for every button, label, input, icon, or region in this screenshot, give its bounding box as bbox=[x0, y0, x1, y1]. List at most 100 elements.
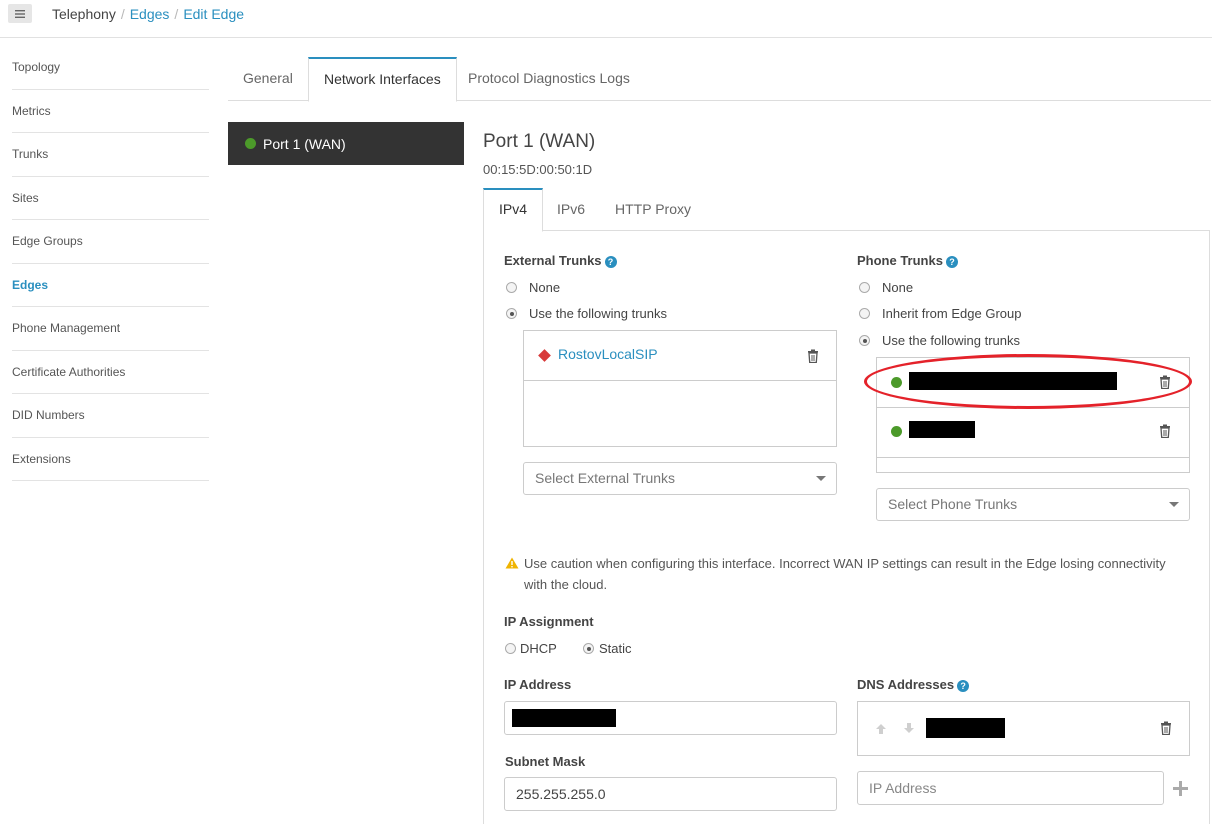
arrow-down-icon[interactable] bbox=[903, 722, 915, 734]
trunk-diamond-icon bbox=[538, 349, 551, 362]
phone-trunks-use-radio[interactable]: Use the following trunks bbox=[859, 333, 1020, 348]
trash-icon[interactable] bbox=[1159, 375, 1171, 389]
dns-addresses-label: DNS Addresses bbox=[857, 677, 955, 692]
sidebar-nav: Topology Metrics Trunks Sites Edge Group… bbox=[12, 46, 209, 481]
breadcrumb: Telephony / Edges / Edit Edge bbox=[52, 6, 244, 22]
trash-icon[interactable] bbox=[807, 349, 819, 363]
port-title: Port 1 (WAN) bbox=[483, 131, 596, 152]
select-phone-trunks[interactable]: Select Phone Trunks bbox=[876, 488, 1190, 521]
radio-label: DHCP bbox=[520, 641, 557, 656]
breadcrumb-edit-edge[interactable]: Edit Edge bbox=[183, 6, 244, 22]
ip-assignment-dhcp-radio[interactable]: DHCP bbox=[505, 641, 557, 656]
dns-addresses-heading: DNS Addresses? bbox=[857, 677, 970, 692]
radio-checked-icon bbox=[583, 643, 594, 654]
tab-protocol-diagnostics-logs[interactable]: Protocol Diagnostics Logs bbox=[453, 57, 645, 101]
radio-icon bbox=[505, 643, 516, 654]
help-icon[interactable]: ? bbox=[957, 680, 970, 692]
radio-label: None bbox=[529, 280, 561, 295]
sidebar-item-edges[interactable]: Edges bbox=[12, 264, 209, 307]
dns-ip-address-placeholder: IP Address bbox=[869, 780, 937, 796]
ip-address-input[interactable] bbox=[504, 701, 837, 735]
ip-address-label: IP Address bbox=[504, 677, 572, 692]
redacted-trunk-name bbox=[909, 421, 975, 438]
select-phone-trunks-placeholder: Select Phone Trunks bbox=[888, 496, 1018, 512]
tab-http-proxy[interactable]: HTTP Proxy bbox=[600, 188, 706, 231]
sidebar-item-sites[interactable]: Sites bbox=[12, 177, 209, 220]
breadcrumb-edges-link[interactable]: Edges bbox=[130, 6, 170, 22]
sidebar-item-edge-groups[interactable]: Edge Groups bbox=[12, 220, 209, 264]
ip-sub-tabs: IPv4 IPv6 HTTP Proxy bbox=[483, 188, 1210, 232]
ip-assignment-static-radio[interactable]: Static bbox=[583, 641, 632, 656]
arrow-up-icon[interactable] bbox=[875, 723, 887, 735]
chevron-down-icon bbox=[816, 476, 826, 481]
tab-ipv6[interactable]: IPv6 bbox=[542, 188, 600, 231]
breadcrumb-separator: / bbox=[120, 6, 125, 22]
tab-ipv4[interactable]: IPv4 bbox=[483, 188, 544, 232]
tab-network-interfaces[interactable]: Network Interfaces bbox=[308, 57, 457, 102]
radio-icon bbox=[859, 282, 870, 293]
radio-label: Static bbox=[599, 641, 632, 656]
external-trunks-none-radio[interactable]: None bbox=[506, 280, 560, 295]
port-list-item[interactable]: Port 1 (WAN) bbox=[228, 122, 464, 165]
radio-checked-icon bbox=[859, 335, 870, 346]
breadcrumb-separator: / bbox=[174, 6, 179, 22]
phone-trunks-inherit-radio[interactable]: Inherit from Edge Group bbox=[859, 306, 1021, 321]
status-dot-icon bbox=[891, 377, 902, 388]
sidebar-item-did-numbers[interactable]: DID Numbers bbox=[12, 394, 209, 438]
redacted-ip-address bbox=[512, 709, 616, 727]
sidebar-item-extensions[interactable]: Extensions bbox=[12, 438, 209, 481]
radio-label: Inherit from Edge Group bbox=[882, 306, 1022, 321]
sidebar-item-metrics[interactable]: Metrics bbox=[12, 90, 209, 133]
subnet-mask-value: 255.255.255.0 bbox=[516, 786, 606, 802]
trash-icon[interactable] bbox=[1160, 721, 1172, 735]
plus-icon[interactable] bbox=[1173, 781, 1188, 796]
phone-trunk-row bbox=[877, 358, 1189, 408]
subnet-mask-label: Subnet Mask bbox=[505, 754, 586, 769]
radio-icon bbox=[859, 308, 870, 319]
menu-icon[interactable] bbox=[8, 4, 32, 23]
dns-ip-address-input[interactable]: IP Address bbox=[857, 771, 1164, 805]
redacted-trunk-name bbox=[909, 372, 1117, 390]
help-icon[interactable]: ? bbox=[604, 256, 617, 268]
external-trunks-label: External Trunks bbox=[504, 253, 602, 268]
sidebar-item-trunks[interactable]: Trunks bbox=[12, 133, 209, 177]
external-trunk-link[interactable]: RostovLocalSIP bbox=[558, 346, 658, 362]
external-trunks-use-radio[interactable]: Use the following trunks bbox=[506, 306, 667, 321]
radio-label: None bbox=[882, 280, 914, 295]
status-dot-icon bbox=[245, 138, 256, 149]
subnet-mask-input[interactable]: 255.255.255.0 bbox=[504, 777, 837, 811]
phone-trunks-none-radio[interactable]: None bbox=[859, 280, 913, 295]
sidebar-item-topology[interactable]: Topology bbox=[12, 46, 209, 90]
warning-icon bbox=[505, 557, 519, 569]
status-dot-icon bbox=[891, 426, 902, 437]
external-trunks-heading: External Trunks? bbox=[504, 253, 617, 268]
sidebar-item-phone-management[interactable]: Phone Management bbox=[12, 307, 209, 351]
external-trunk-row: RostovLocalSIP bbox=[524, 331, 836, 381]
phone-trunk-row bbox=[877, 408, 1189, 458]
external-trunks-list: RostovLocalSIP bbox=[523, 330, 837, 447]
help-icon[interactable]: ? bbox=[945, 256, 958, 268]
select-external-trunks-placeholder: Select External Trunks bbox=[535, 470, 676, 486]
sidebar-item-certificate-authorities[interactable]: Certificate Authorities bbox=[12, 351, 209, 394]
ip-assignment-label: IP Assignment bbox=[504, 614, 594, 629]
phone-trunks-heading: Phone Trunks? bbox=[857, 253, 958, 268]
radio-icon bbox=[506, 282, 517, 293]
chevron-down-icon bbox=[1169, 502, 1179, 507]
trash-icon[interactable] bbox=[1159, 424, 1171, 438]
wan-warning: Use caution when configuring this interf… bbox=[505, 553, 1185, 595]
warning-text: Use caution when configuring this interf… bbox=[524, 556, 1166, 592]
radio-checked-icon bbox=[506, 308, 517, 319]
phone-trunks-label: Phone Trunks bbox=[857, 253, 943, 268]
port-list-item-label: Port 1 (WAN) bbox=[263, 135, 346, 152]
redacted-dns-address bbox=[926, 718, 1005, 738]
phone-trunks-list bbox=[876, 357, 1190, 473]
select-external-trunks[interactable]: Select External Trunks bbox=[523, 462, 837, 495]
tab-general[interactable]: General bbox=[228, 57, 308, 101]
radio-label: Use the following trunks bbox=[882, 333, 1021, 348]
dns-address-list bbox=[857, 701, 1190, 756]
port-mac-address: 00:15:5D:00:50:1D bbox=[483, 162, 593, 177]
main-tabs: General Network Interfaces Protocol Diag… bbox=[228, 57, 1211, 102]
top-bar: Telephony / Edges / Edit Edge bbox=[0, 0, 1212, 38]
breadcrumb-telephony: Telephony bbox=[52, 6, 116, 22]
radio-label: Use the following trunks bbox=[529, 306, 668, 321]
